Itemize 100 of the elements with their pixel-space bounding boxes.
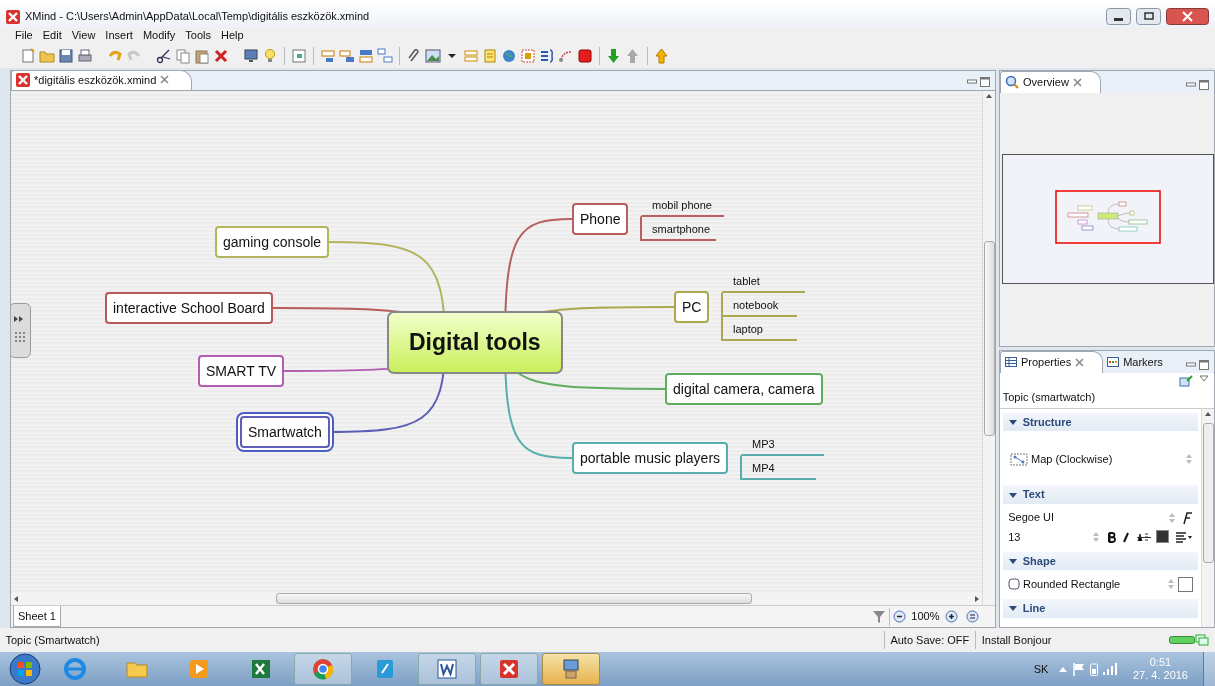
summary-icon[interactable] [539,48,555,64]
menu-item[interactable]: Insert [100,27,138,44]
topic-node[interactable]: Phone [572,203,629,235]
minimize-button[interactable] [966,77,977,86]
font-size-field[interactable]: 13 [1008,528,1087,545]
topic-node[interactable]: PC [674,291,710,323]
minimize-button[interactable] [1106,8,1131,25]
restore-button[interactable] [1136,8,1161,25]
scrollbar-thumb[interactable] [983,241,995,436]
view-menu-icon[interactable] [1198,375,1209,384]
panel-tab[interactable]: Properties [1000,351,1104,373]
topic-before-icon[interactable] [358,48,374,64]
fill-swatch-icon[interactable] [1177,576,1193,592]
maximize-button[interactable] [1198,359,1209,370]
paperclip-icon[interactable] [406,48,422,64]
section-header[interactable]: Shape [1002,551,1199,571]
strikethrough-icon[interactable] [1136,531,1151,542]
section-header[interactable]: Text [1002,485,1199,504]
maximize-button[interactable] [979,77,990,88]
signal-icon[interactable] [1101,663,1118,675]
font-name-field[interactable]: Segoe UI [1008,509,1166,526]
overview-tab[interactable]: Overview [1000,71,1101,93]
scissors-icon[interactable] [156,48,172,64]
stop-icon[interactable] [577,48,593,64]
close-icon[interactable] [1072,77,1082,87]
globe-icon[interactable] [501,48,517,64]
expand-triangle-icon[interactable] [1008,418,1017,426]
menu-item[interactable]: Edit [37,27,67,44]
expand-triangle-icon[interactable] [1008,490,1017,499]
flag-icon[interactable] [1071,662,1086,676]
topic-node[interactable]: portable music players [572,442,729,474]
minimize-button[interactable] [1185,79,1196,88]
new-document-icon[interactable] [20,48,36,64]
section-header[interactable]: Line [1002,599,1199,618]
start-button[interactable] [8,652,42,686]
close-icon[interactable] [160,75,170,85]
tray-expand-icon[interactable] [1057,665,1068,673]
section-header[interactable]: Structure [1002,412,1199,432]
word-icon[interactable] [435,657,459,681]
scrollbar-thumb[interactable] [276,593,752,604]
central-topic[interactable]: Digital tools [387,311,563,374]
topic-node[interactable]: interactive School Board [105,292,273,324]
image-icon[interactable] [425,48,441,64]
subtopic-icon[interactable] [339,48,355,64]
show-desktop-button[interactable] [1203,652,1215,686]
italic-icon[interactable] [1121,530,1132,543]
subtopic-label[interactable]: mobil phone [640,193,724,217]
topic-node[interactable]: gaming console [215,226,330,258]
battery-icon[interactable] [1089,662,1098,676]
sheet-tab[interactable]: Sheet 1 [13,605,61,628]
editor-tab[interactable]: *digitális eszközök.xmind [11,69,193,90]
subtopic-label[interactable]: laptop [721,317,797,341]
pin-icon[interactable] [1179,375,1193,388]
arrow-down-icon[interactable] [606,48,622,64]
subtopic-label[interactable]: tablet [721,269,805,293]
topic-map-icon[interactable] [291,48,307,64]
structure-value[interactable]: Map (Clockwise) [1031,450,1182,468]
subtopic-label[interactable]: notebook [721,293,797,317]
menu-item[interactable]: Modify [137,27,181,44]
topic-node[interactable]: digital camera, camera [665,373,823,405]
printer-icon[interactable] [77,48,93,64]
chrome-icon[interactable] [311,657,335,681]
zoom-out-icon[interactable] [892,610,906,623]
zoom-fit-icon[interactable] [966,610,979,623]
zoom-in-icon[interactable] [945,610,958,623]
shape-value[interactable]: Rounded Rectangle [1023,575,1165,593]
palette-toggle[interactable] [11,303,31,358]
subtopic-label[interactable]: MP3 [740,432,824,456]
folder-icon[interactable] [39,48,55,64]
bold-icon[interactable] [1105,530,1116,543]
topic-icon[interactable] [320,48,336,64]
subtopic-label[interactable]: MP4 [740,456,816,480]
menu-item[interactable]: View [66,27,101,44]
xmind-icon[interactable] [497,657,521,681]
close-icon[interactable] [1075,357,1085,367]
lightbulb-icon[interactable] [262,48,278,64]
subtopic-label[interactable]: smartphone [640,217,716,241]
scrollbar-thumb[interactable] [1202,422,1214,563]
filter-icon[interactable] [871,609,886,624]
expand-triangle-icon[interactable] [1008,604,1017,613]
media-player-icon[interactable] [187,657,211,681]
menu-item[interactable]: Tools [180,27,216,44]
delete-icon[interactable] [213,48,229,64]
monitor-icon[interactable] [243,48,259,64]
language-indicator[interactable]: SK [1028,660,1054,678]
paste-icon[interactable] [194,48,210,64]
menu-item[interactable]: Help [215,27,249,44]
color-swatch-icon[interactable] [1156,530,1170,544]
spreadsheet-icon[interactable] [249,657,273,681]
minimize-button[interactable] [1185,359,1196,368]
align-icon[interactable] [1174,530,1193,543]
arrow-up-icon[interactable] [654,48,670,64]
menu-item[interactable]: File [10,27,38,44]
boundary-icon[interactable] [520,48,536,64]
parent-topic-icon[interactable] [377,48,393,64]
maximize-button[interactable] [1198,79,1209,90]
relationship-icon[interactable] [558,48,574,64]
panel-tab[interactable]: Markers [1103,352,1181,373]
expand-triangle-icon[interactable] [1008,557,1017,565]
topic-node[interactable]: SMART TV [198,355,285,387]
